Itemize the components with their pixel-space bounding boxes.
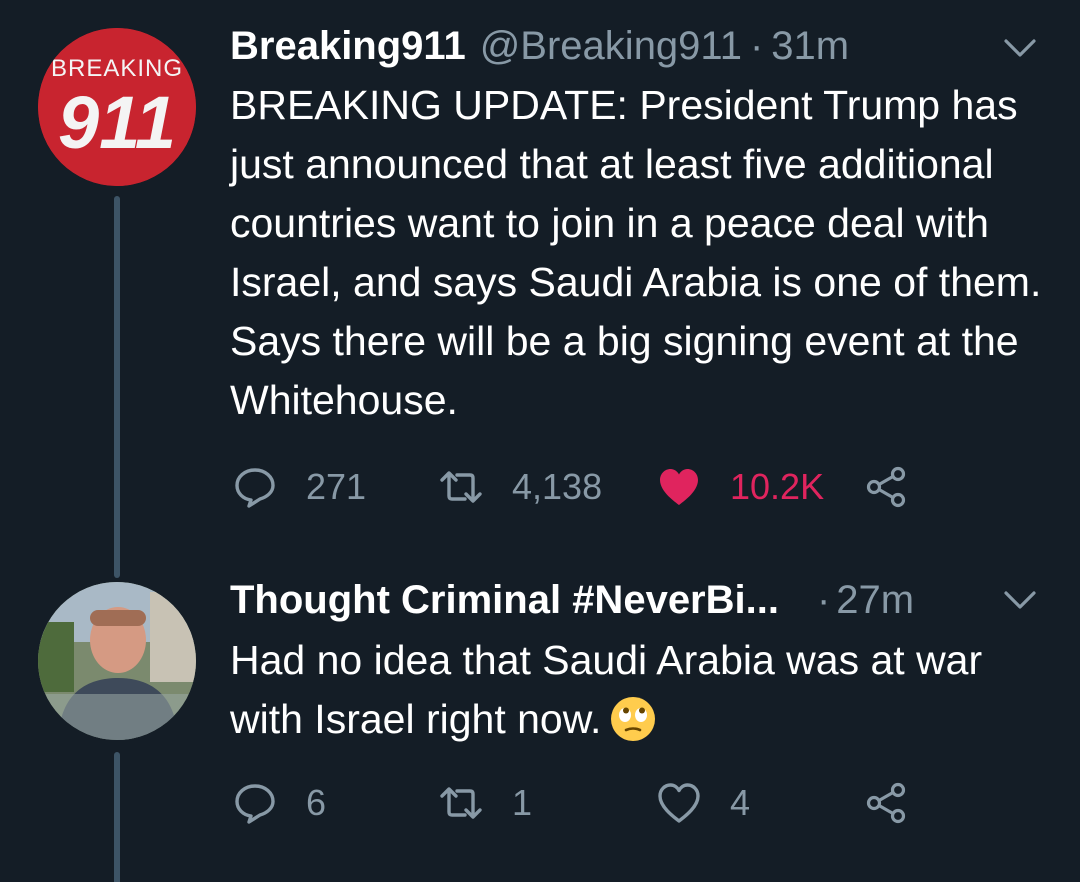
like-count: 4 — [730, 782, 751, 823]
breaking911-logo: BREAKING 911 — [38, 28, 196, 186]
face-with-rolling-eyes-icon — [611, 697, 656, 741]
chevron-down-icon[interactable] — [1002, 582, 1038, 618]
thread-line — [114, 752, 120, 882]
retweet-icon — [440, 471, 482, 503]
reply-button[interactable]: 6 — [232, 778, 326, 828]
timestamp[interactable]: 31m — [771, 18, 849, 74]
action-bar: 271 4,138 10.2K — [232, 462, 1052, 512]
profile-photo — [38, 582, 196, 740]
reply-button[interactable]: 271 — [232, 462, 366, 512]
retweet-button[interactable]: 1 — [438, 778, 532, 828]
svg-text:911: 911 — [58, 81, 176, 164]
retweet-count: 4,138 — [512, 466, 603, 507]
timestamp[interactable]: 27m — [836, 572, 914, 628]
display-name[interactable]: Breaking911 — [230, 18, 466, 74]
like-button[interactable]: 4 — [656, 778, 750, 828]
reply-count: 271 — [306, 466, 367, 507]
share-icon — [866, 782, 906, 824]
share-button[interactable] — [864, 778, 910, 828]
reply-count: 6 — [306, 782, 327, 823]
tweet-header: Thought Criminal #NeverBi... · 27m — [230, 572, 1040, 628]
tweet-text: BREAKING UPDATE: President Trump has jus… — [230, 82, 1042, 423]
retweet-count: 1 — [512, 782, 533, 823]
action-bar: 6 1 4 — [232, 778, 1052, 828]
reply-icon — [235, 468, 275, 508]
tweet-header: Breaking911 @Breaking911 · 31m — [230, 18, 1040, 74]
retweet-icon — [440, 787, 482, 819]
separator-dot: · — [749, 24, 764, 68]
reply-icon — [235, 784, 275, 824]
heart-filled-icon — [660, 469, 698, 505]
like-count: 10.2K — [730, 466, 825, 507]
timeline: BREAKING 911 Breaking911 @Breaking911 · … — [0, 0, 1080, 882]
share-icon — [866, 466, 906, 508]
like-button[interactable]: 10.2K — [656, 462, 824, 512]
display-name[interactable]: Thought Criminal #NeverBi... — [230, 572, 779, 628]
heart-icon — [658, 783, 700, 823]
user-handle[interactable]: @Breaking911 — [480, 18, 742, 74]
retweet-button[interactable]: 4,138 — [438, 462, 602, 512]
tweet[interactable]: Thought Criminal #NeverBi... · 27m Had n… — [0, 560, 1080, 882]
svg-text:BREAKING: BREAKING — [51, 55, 183, 82]
avatar[interactable] — [38, 582, 196, 740]
tweet-text-content: Had no idea that Saudi Arabia was at war… — [230, 637, 983, 742]
thread-line — [114, 196, 120, 578]
avatar[interactable]: BREAKING 911 — [38, 28, 196, 186]
tweet[interactable]: BREAKING 911 Breaking911 @Breaking911 · … — [0, 0, 1080, 578]
chevron-down-icon[interactable] — [1002, 30, 1038, 66]
tweet-text: Had no idea that Saudi Arabia was at war… — [230, 631, 1050, 749]
share-button[interactable] — [864, 462, 910, 512]
separator-dot: · — [816, 578, 831, 622]
